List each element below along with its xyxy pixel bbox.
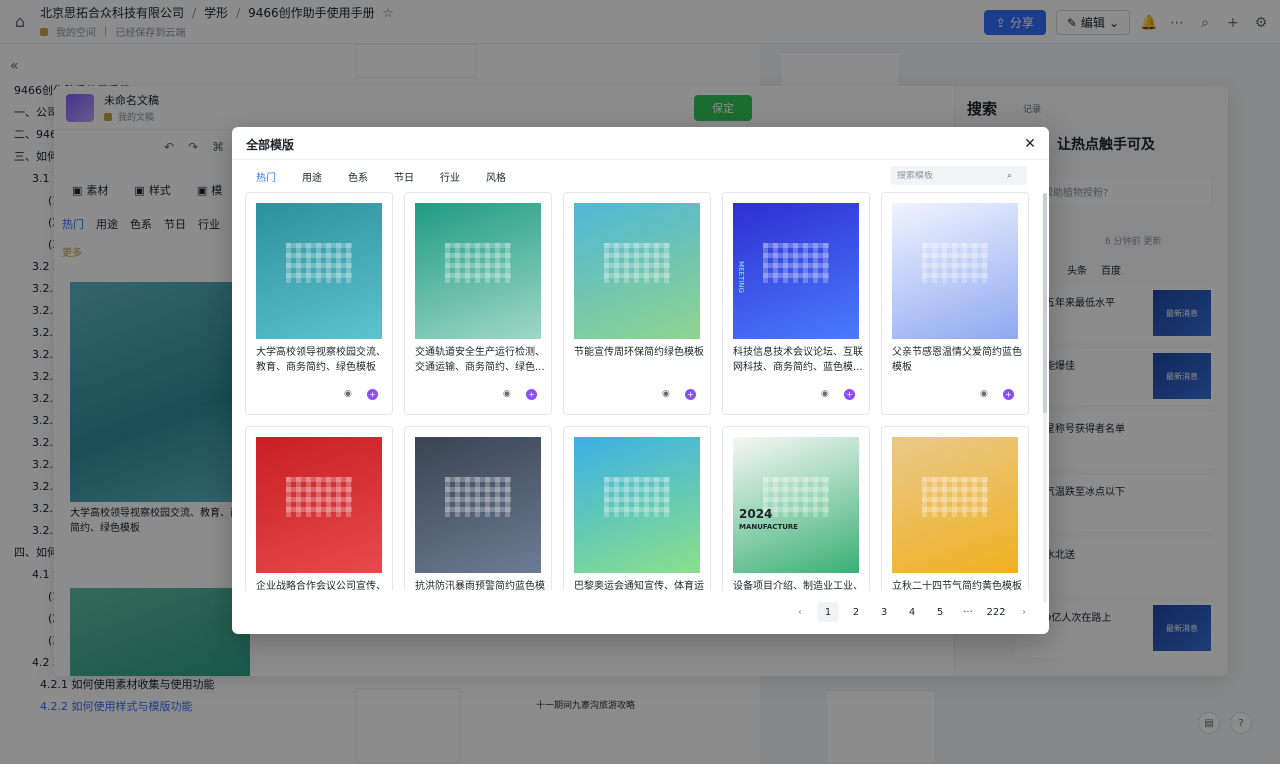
template-card[interactable]: 父亲节感恩温情父爱简约蓝色模板 ◉ + bbox=[881, 192, 1029, 415]
template-search-input[interactable] bbox=[897, 170, 1007, 181]
template-title: 设备项目介绍、制造业工业、 bbox=[733, 581, 863, 590]
blurred-text bbox=[763, 477, 829, 517]
page-4[interactable]: 4 bbox=[901, 602, 923, 622]
next-page-icon[interactable]: › bbox=[1013, 602, 1035, 622]
template-title: 大学高校领导视察校园交流、教育、商务简约、绿色模板 bbox=[256, 347, 386, 373]
template-title: 父亲节感恩温情父爱简约蓝色模板 bbox=[892, 347, 1022, 373]
page-5[interactable]: 5 bbox=[929, 602, 951, 622]
template-grid: 大学高校领导视察校园交流、教育、商务简约、绿色模板 ◉ + 交通轨道安全生产运行检测、… bbox=[245, 192, 1037, 590]
page-1[interactable]: 1 bbox=[817, 602, 839, 622]
use-template-icon[interactable]: + bbox=[844, 389, 855, 400]
blurred-text bbox=[445, 243, 511, 283]
template-modal: 全部模版 ✕ 热门 用途 色系 节日 行业 风格 ⌕ 大学高校领导视察校园交流、教育、商务… bbox=[232, 127, 1049, 634]
blurred-text bbox=[286, 477, 352, 517]
divider bbox=[232, 159, 1049, 160]
template-card[interactable]: 大学高校领导视察校园交流、教育、商务简约、绿色模板 ◉ + bbox=[245, 192, 393, 415]
tab-1[interactable]: 用途 bbox=[302, 169, 322, 184]
search-icon[interactable]: ⌕ bbox=[1007, 171, 1012, 181]
scrollbar-thumb[interactable] bbox=[1043, 193, 1047, 413]
template-card[interactable]: 立秋二十四节气简约黄色模板◉+ bbox=[881, 426, 1029, 590]
template-title: 立秋二十四节气简约黄色模板 bbox=[892, 581, 1022, 590]
prev-page-icon[interactable]: ‹ bbox=[789, 602, 811, 622]
template-thumbnail bbox=[574, 437, 700, 573]
preview-eye-icon[interactable]: ◉ bbox=[503, 389, 511, 399]
blurred-text bbox=[763, 243, 829, 283]
preview-eye-icon[interactable]: ◉ bbox=[662, 389, 670, 399]
page-2[interactable]: 2 bbox=[845, 602, 867, 622]
page-last[interactable]: 222 bbox=[985, 602, 1007, 622]
pagination: ‹ 1 2 3 4 5 ··· 222 › bbox=[789, 602, 1035, 622]
blurred-text bbox=[604, 243, 670, 283]
modal-title: 全部模版 bbox=[246, 138, 295, 152]
preview-eye-icon[interactable]: ◉ bbox=[344, 389, 352, 399]
template-thumbnail bbox=[256, 437, 382, 573]
use-template-icon[interactable]: + bbox=[1003, 389, 1014, 400]
template-title: 科技信息技术会议论坛、互联网科技、商务简约、蓝色模... bbox=[733, 347, 863, 373]
template-search: ⌕ bbox=[891, 166, 1027, 185]
tab-0[interactable]: 热门 bbox=[256, 169, 276, 184]
template-title: 节能宣传周环保简约绿色模板 bbox=[574, 347, 704, 358]
template-thumbnail bbox=[256, 203, 382, 339]
blurred-text bbox=[286, 243, 352, 283]
page-3[interactable]: 3 bbox=[873, 602, 895, 622]
template-title: 抗洪防汛暴雨预警简约蓝色模 bbox=[415, 581, 545, 590]
blurred-text bbox=[445, 477, 511, 517]
template-thumbnail bbox=[574, 203, 700, 339]
tab-5[interactable]: 风格 bbox=[486, 169, 506, 184]
template-meeting: MEETING bbox=[736, 261, 745, 293]
template-year: 2024 bbox=[739, 507, 773, 521]
template-card[interactable]: 节能宣传周环保简约绿色模板 ◉ + bbox=[563, 192, 711, 415]
category-tabs: 热门 用途 色系 节日 行业 风格 bbox=[256, 169, 506, 184]
template-thumbnail: 2024 MANUFACTURE bbox=[733, 437, 859, 573]
use-template-icon[interactable]: + bbox=[526, 389, 537, 400]
blurred-text bbox=[604, 477, 670, 517]
template-title: 交通轨道安全生产运行检测、交通运输、商务简约、绿色... bbox=[415, 347, 545, 373]
template-card[interactable]: 交通轨道安全生产运行检测、交通运输、商务简约、绿色... ◉ + bbox=[404, 192, 552, 415]
close-icon[interactable]: ✕ bbox=[1021, 135, 1039, 153]
blurred-text bbox=[922, 243, 988, 283]
tab-2[interactable]: 色系 bbox=[348, 169, 368, 184]
template-card[interactable]: 2024MANUFACTURE设备项目介绍、制造业工业、◉+ bbox=[722, 426, 870, 590]
template-card[interactable]: 巴黎奥运会通知宣传、体育运◉+ bbox=[563, 426, 711, 590]
blurred-text bbox=[922, 477, 988, 517]
preview-eye-icon[interactable]: ◉ bbox=[821, 389, 829, 399]
template-card[interactable]: 抗洪防汛暴雨预警简约蓝色模◉+ bbox=[404, 426, 552, 590]
template-manufacture: MANUFACTURE bbox=[739, 523, 799, 531]
tab-4[interactable]: 行业 bbox=[440, 169, 460, 184]
scrollbar[interactable] bbox=[1043, 193, 1047, 603]
template-thumbnail: MEETING bbox=[733, 203, 859, 339]
tab-3[interactable]: 节日 bbox=[394, 169, 414, 184]
template-thumbnail bbox=[892, 203, 1018, 339]
use-template-icon[interactable]: + bbox=[685, 389, 696, 400]
template-thumbnail bbox=[415, 437, 541, 573]
template-title: 企业战略合作会议公司宣传、 bbox=[256, 581, 386, 590]
template-card[interactable]: 企业战略合作会议公司宣传、◉+ bbox=[245, 426, 393, 590]
preview-eye-icon[interactable]: ◉ bbox=[980, 389, 988, 399]
template-thumbnail bbox=[892, 437, 1018, 573]
page-ellipsis[interactable]: ··· bbox=[957, 602, 979, 622]
template-card[interactable]: MEETING 科技信息技术会议论坛、互联网科技、商务简约、蓝色模... ◉ + bbox=[722, 192, 870, 415]
use-template-icon[interactable]: + bbox=[367, 389, 378, 400]
template-title: 巴黎奥运会通知宣传、体育运 bbox=[574, 581, 704, 590]
template-thumbnail bbox=[415, 203, 541, 339]
